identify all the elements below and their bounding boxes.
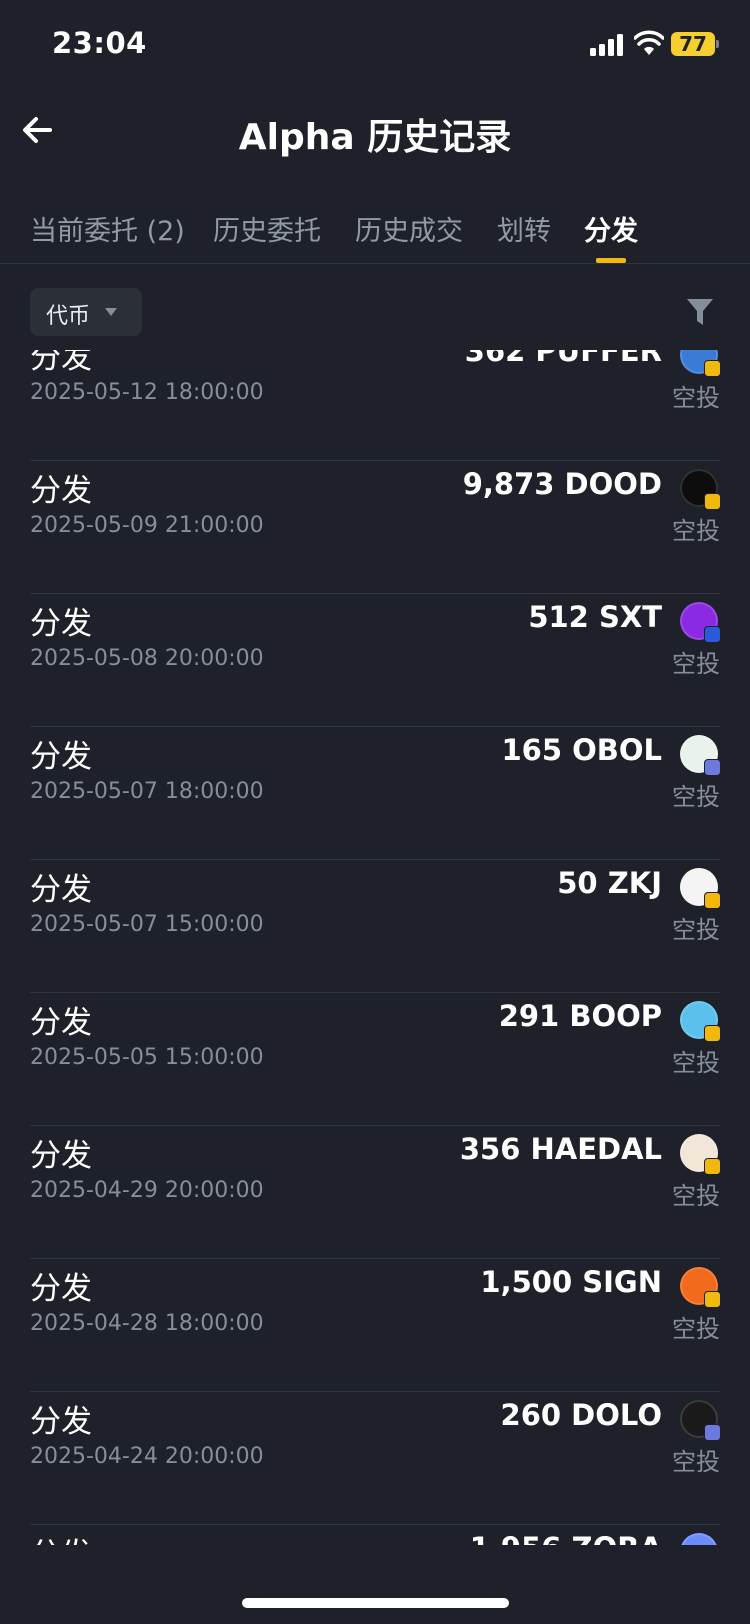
row-amount: 260 DOLO: [500, 1398, 662, 1432]
cellular-signal-icon: [590, 34, 623, 56]
bnb-chain-icon: [704, 1291, 721, 1308]
row-time: 2025-04-28 18:00:00: [30, 1311, 264, 1336]
bnb-chain-icon: [704, 1158, 721, 1175]
row-time: 2025-05-07 15:00:00: [30, 912, 264, 937]
row-sub-label: 空投: [672, 783, 720, 811]
eth-chain-icon: [704, 759, 721, 776]
bnb-chain-icon: [704, 892, 721, 909]
row-type: 分发: [30, 1404, 92, 1440]
tab-current-orders[interactable]: 当前委托 (2): [30, 209, 185, 248]
list-item[interactable]: 分发 2025-04-28 18:00:00 1,500 SIGN 空投: [30, 1259, 721, 1392]
list-item[interactable]: 分发 2025-05-07 18:00:00 165 OBOL 空投: [30, 727, 721, 860]
tab-trade-history[interactable]: 历史成交: [355, 209, 463, 248]
row-time: 2025-04-24 20:00:00: [30, 1444, 264, 1469]
row-time: 2025-05-08 20:00:00: [30, 646, 264, 671]
list-item[interactable]: 分发 2025-05-09 21:00:00 9,873 DOOD 空投: [30, 461, 721, 594]
eth-chain-icon: [704, 1424, 721, 1441]
wifi-icon: [634, 30, 664, 55]
row-sub-label: 空投: [672, 517, 720, 545]
row-type: 分发: [30, 350, 92, 376]
row-amount: 512 SXT: [528, 600, 662, 634]
bnb-chain-icon: [704, 360, 721, 377]
bottom-safe-area: [0, 1545, 750, 1624]
tab-distribution[interactable]: 分发: [584, 209, 638, 248]
token-filter-label: 代币: [46, 304, 91, 329]
battery-level: 77: [671, 32, 715, 56]
row-type: 分发: [30, 606, 92, 642]
row-amount: 362 PUFFER: [464, 350, 662, 368]
list-item[interactable]: 分发 2025-05-05 15:00:00 291 BOOP 空投: [30, 993, 721, 1126]
tab-order-history[interactable]: 历史委托: [213, 209, 321, 248]
haedal-icon: [680, 1134, 721, 1175]
row-type: 分发: [30, 473, 92, 509]
list-item[interactable]: 分发 2025-05-12 18:00:00 362 PUFFER 空投: [30, 350, 721, 461]
row-sub-label: 空投: [672, 1182, 720, 1210]
row-time: 2025-05-09 21:00:00: [30, 513, 264, 538]
tab-transfer[interactable]: 划转: [497, 209, 551, 248]
row-sub-label: 空投: [672, 1448, 720, 1476]
obol-icon: [680, 735, 721, 776]
row-time: 2025-05-12 18:00:00: [30, 380, 264, 405]
row-type: 分发: [30, 1271, 92, 1307]
dolo-icon: [680, 1400, 721, 1441]
row-sub-label: 空投: [672, 384, 720, 412]
row-amount: 291 BOOP: [498, 999, 662, 1033]
row-type: 分发: [30, 872, 92, 908]
list-item[interactable]: 分发 2025-05-07 15:00:00 50 ZKJ 空投: [30, 860, 721, 993]
zkj-icon: [680, 868, 721, 909]
bnb-chain-icon: [704, 493, 721, 510]
row-sub-label: 空投: [672, 650, 720, 678]
bnb-chain-icon: [704, 1025, 721, 1042]
row-amount: 356 HAEDAL: [459, 1132, 662, 1166]
tab-bar: 当前委托 (2) 历史委托 历史成交 划转 分发: [0, 205, 750, 264]
list-item[interactable]: 分发 2025-04-29 20:00:00 356 HAEDAL 空投: [30, 1126, 721, 1259]
boop-icon: [680, 1001, 721, 1042]
sign-icon: [680, 1267, 721, 1308]
token-filter-dropdown[interactable]: 代币: [30, 288, 142, 336]
row-amount: 1,500 SIGN: [480, 1265, 662, 1299]
status-bar: 23:04 77: [0, 0, 750, 90]
row-amount: 9,873 DOOD: [462, 467, 662, 501]
row-amount: 165 OBOL: [501, 733, 662, 767]
distribution-list: 分发 2025-05-12 18:00:00 362 PUFFER 空投 分发 2025-…: [0, 350, 750, 1562]
base-chain-icon: [704, 626, 721, 643]
row-type: 分发: [30, 1005, 92, 1041]
filter-icon[interactable]: [686, 297, 714, 327]
list-item[interactable]: 分发 2025-05-08 20:00:00 512 SXT 空投: [30, 594, 721, 727]
battery-tip-icon: [716, 40, 719, 48]
row-sub-label: 空投: [672, 1049, 720, 1077]
row-amount: 50 ZKJ: [557, 866, 662, 900]
puffer-icon: [680, 350, 721, 377]
row-time: 2025-04-29 20:00:00: [30, 1178, 264, 1203]
home-indicator: [242, 1598, 509, 1608]
header: Alpha 历史记录: [0, 96, 750, 168]
sxt-icon: [680, 602, 721, 643]
row-type: 分发: [30, 1138, 92, 1174]
dood-icon: [680, 469, 721, 510]
status-time: 23:04: [52, 26, 147, 60]
row-sub-label: 空投: [672, 916, 720, 944]
row-time: 2025-05-07 18:00:00: [30, 779, 264, 804]
row-type: 分发: [30, 739, 92, 775]
row-sub-label: 空投: [672, 1315, 720, 1343]
active-tab-indicator: [596, 258, 626, 263]
list-item[interactable]: 分发 2025-04-24 20:00:00 260 DOLO 空投: [30, 1392, 721, 1525]
caret-down-icon: [105, 308, 117, 316]
page-title: Alpha 历史记录: [238, 117, 512, 158]
row-time: 2025-05-05 15:00:00: [30, 1045, 264, 1070]
